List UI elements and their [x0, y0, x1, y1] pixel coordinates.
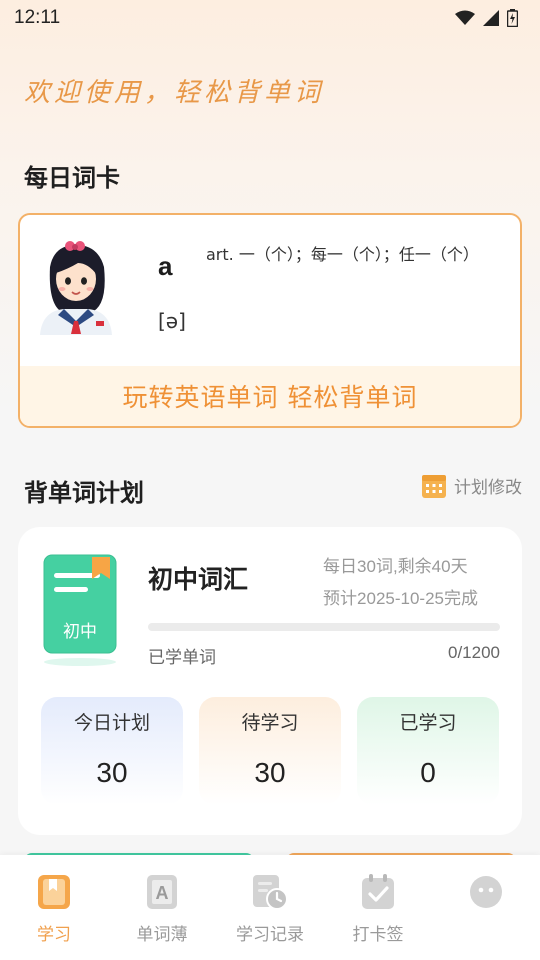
plan-meta: 每日30词,剩余40天 预计2025-10-25完成 — [323, 551, 478, 615]
daily-card-title: 每日词卡 — [24, 164, 120, 192]
status-time: 12:11 — [14, 7, 61, 28]
plan-eta-info: 预计2025-10-25完成 — [323, 589, 478, 608]
tab-label: 单词薄 — [136, 925, 188, 945]
learned-label: 已学单词 — [148, 648, 216, 668]
stat-label: 已学习 — [399, 712, 457, 734]
tab-study[interactable]: 学习 — [0, 855, 108, 960]
word-phonetic: [ə] — [158, 309, 186, 333]
tab-history[interactable]: 学习记录 — [216, 855, 324, 960]
tab-vocabulary[interactable]: A 单词薄 — [108, 855, 216, 960]
status-icons — [455, 9, 518, 27]
battery-icon — [507, 9, 518, 27]
checkin-calendar-icon — [360, 873, 396, 911]
welcome-text: 欢迎使用，轻松背单词 — [24, 78, 325, 108]
stat-label: 待学习 — [241, 712, 299, 734]
stat-value: 30 — [254, 757, 286, 788]
book-cover: 初中 — [42, 553, 122, 669]
daily-word-card[interactable]: a art. 一（个）；每一（个）；任一（个） [ə] 玩转英语单词 轻松背单词 — [18, 213, 522, 428]
tab-label: 学习记录 — [236, 925, 304, 945]
stat-value: 0 — [420, 757, 436, 788]
plan-name: 初中词汇 — [148, 565, 249, 594]
book-icon — [36, 873, 72, 911]
signal-icon — [483, 10, 499, 26]
tab-checkin[interactable]: 打卡签 — [324, 855, 432, 960]
status-bar: 12:11 — [0, 0, 540, 36]
stat-label: 今日计划 — [73, 712, 150, 734]
wifi-icon — [455, 10, 475, 25]
plan-card[interactable]: 初中 初中词汇 每日30词,剩余40天 预计2025-10-25完成 已学单词 … — [18, 527, 522, 835]
progress-bar — [148, 623, 500, 631]
vocabulary-icon: A — [144, 873, 180, 911]
plan-edit-button[interactable]: 计划修改 — [422, 473, 522, 498]
learned-count: 0/1200 — [448, 643, 500, 662]
tab-profile[interactable] — [432, 855, 540, 960]
stat-today-plan[interactable]: 今日计划 30 — [41, 697, 183, 805]
slogan-banner: 玩转英语单词 轻松背单词 — [20, 366, 520, 426]
plan-daily-info: 每日30词,剩余40天 — [323, 557, 468, 576]
history-icon — [252, 873, 288, 911]
profile-icon — [468, 873, 504, 911]
student-avatar — [34, 237, 118, 335]
plan-edit-label: 计划修改 — [454, 478, 522, 498]
stat-pending[interactable]: 待学习 30 — [199, 697, 341, 805]
svg-text:A: A — [156, 883, 169, 903]
plan-section-title: 背单词计划 — [24, 479, 144, 507]
tab-label: 学习 — [37, 925, 71, 945]
daily-word: a — [158, 251, 173, 281]
bottom-tab-bar: 学习 A 单词薄 学习记录 打卡签 — [0, 855, 540, 960]
tab-label: 打卡签 — [352, 925, 404, 945]
slogan-text: 玩转英语单词 轻松背单词 — [122, 383, 418, 412]
word-definition: art. 一（个）；每一（个）；任一（个） — [206, 245, 479, 264]
calendar-icon — [422, 474, 446, 498]
stat-value: 30 — [96, 757, 128, 788]
book-label: 初中 — [63, 622, 97, 642]
stat-learned[interactable]: 已学习 0 — [357, 697, 499, 805]
